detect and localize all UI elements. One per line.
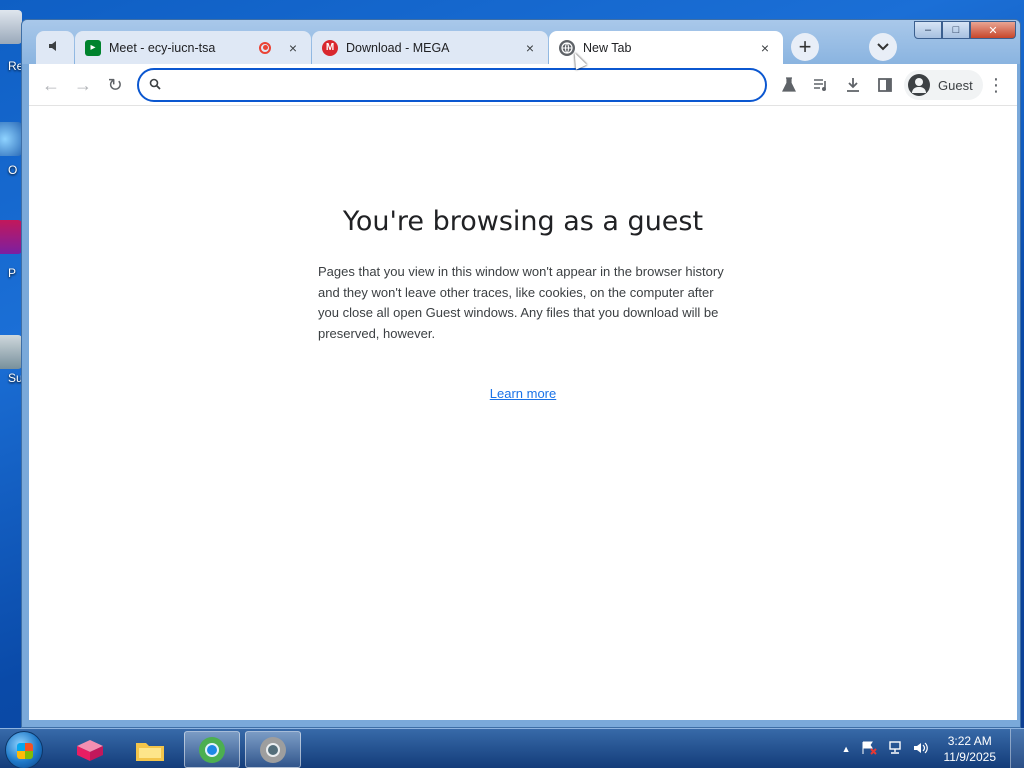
browser-icon [199,736,225,763]
clock[interactable]: 3:22 AM 11/9/2025 [944,733,997,765]
maximize-button[interactable]: □ [942,21,970,39]
desktop-app-icon[interactable] [0,220,22,254]
reload-button[interactable]: ↻ [103,73,127,97]
tab-audio[interactable] [36,31,74,64]
taskbar-app-pinned[interactable] [62,731,118,768]
start-button[interactable] [5,731,43,768]
profile-label: Guest [938,77,973,93]
tab-title: Meet - ecy-iucn-tsa [109,40,216,55]
desktop-label: O [8,163,18,177]
desktop-label: P [8,266,17,280]
system-tray: ▲ 3:22 AM 11/9/2025 [837,733,996,765]
address-bar[interactable] [137,68,767,102]
network-icon[interactable] [887,740,903,758]
search-icon [149,77,161,93]
taskbar: ▲ 3:22 AM 11/9/2025 [0,728,1024,768]
speaker-icon[interactable] [48,40,62,55]
forward-button[interactable]: → [71,73,95,97]
window-controls: – □ ✕ [914,21,1016,39]
show-desktop-button[interactable] [1010,729,1024,768]
guest-description: Pages that you view in this window won't… [318,264,724,341]
chevron-down-icon [877,43,889,51]
guest-avatar-icon [908,74,930,96]
profile-button[interactable]: Guest [904,70,983,100]
browser-icon [260,736,286,763]
desktop-app-icon[interactable] [0,122,22,156]
new-tab-button[interactable]: + [791,33,819,61]
tab-title: Download - MEGA [346,40,450,55]
taskbar-explorer[interactable] [122,731,178,768]
mega-icon: M [322,39,338,56]
google-meet-icon: ▸ [85,39,101,56]
taskbar-browser-2[interactable] [245,731,301,768]
learn-more-link[interactable]: Learn more [29,386,1017,401]
browser-window: – □ ✕ ▸ Meet - ecy-iucn-tsa × M Download… [21,19,1021,728]
desktop-app-icon[interactable] [0,335,22,369]
close-tab-button[interactable]: × [285,40,301,56]
tab-mega[interactable]: M Download - MEGA × [312,31,548,64]
tab-search-button[interactable] [869,33,897,61]
address-input[interactable] [171,75,751,95]
side-panel-icon[interactable] [873,73,897,97]
tab-title: New Tab [583,40,632,55]
tray-expand-icon[interactable]: ▲ [842,744,851,754]
tab-meet[interactable]: ▸ Meet - ecy-iucn-tsa × [75,31,311,64]
folder-icon [136,742,164,761]
page-title: You're browsing as a guest [342,206,704,237]
media-controls-icon[interactable] [809,73,833,97]
clock-date: 11/9/2025 [943,750,997,764]
clock-time: 3:22 AM [947,734,992,748]
minimize-button[interactable]: – [914,21,942,39]
close-tab-button[interactable]: × [757,40,773,56]
volume-icon[interactable] [913,741,929,758]
taskbar-browser-1[interactable] [184,731,240,768]
close-tab-button[interactable]: × [522,40,538,56]
downloads-icon[interactable] [841,73,865,97]
back-button[interactable]: ← [39,73,63,97]
labs-flask-icon[interactable] [777,73,801,97]
browser-toolbar: ← → ↻ Guest ⋮ [29,64,1017,106]
app-cube-icon [77,739,103,761]
close-window-button[interactable]: ✕ [970,21,1016,39]
recording-icon [259,41,271,54]
action-center-flag-icon[interactable] [861,741,877,758]
page-content: You're browsing as a guest Pages that yo… [29,106,1017,720]
tab-strip: ▸ Meet - ecy-iucn-tsa × M Download - MEG… [36,29,784,64]
recycle-bin-icon[interactable] [0,10,22,44]
kebab-menu-icon[interactable]: ⋮ [984,73,1008,97]
